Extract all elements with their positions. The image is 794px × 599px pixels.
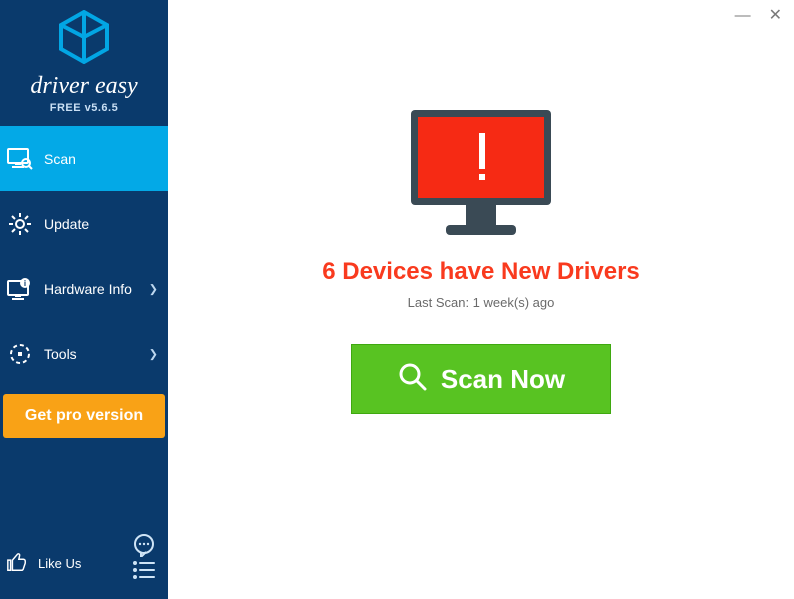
sidebar: driver easy FREE v5.6.5 Scan xyxy=(0,0,168,599)
sidebar-item-label: Tools xyxy=(44,346,77,362)
thumbs-up-icon xyxy=(6,551,28,576)
search-icon xyxy=(397,361,427,398)
sidebar-item-tools[interactable]: Tools ❯ xyxy=(0,321,168,386)
chevron-right-icon: ❯ xyxy=(149,347,158,360)
tools-icon xyxy=(6,342,34,366)
headline-text: 6 Devices have New Drivers xyxy=(322,258,640,286)
brand-version: FREE v5.6.5 xyxy=(50,102,118,114)
close-button[interactable]: ✕ xyxy=(769,8,782,24)
app-logo-icon xyxy=(57,10,111,69)
sidebar-item-label: Hardware Info xyxy=(44,281,132,297)
sidebar-item-label: Scan xyxy=(44,151,76,167)
sidebar-item-label: Update xyxy=(44,216,89,232)
svg-text:i: i xyxy=(24,279,26,288)
sidebar-item-update[interactable]: Update xyxy=(0,191,168,256)
sidebar-bottom: Like Us xyxy=(0,539,168,599)
main-area: — ✕ 6 Devices have New Drivers Last Scan… xyxy=(168,0,794,599)
sidebar-item-hardware-info[interactable]: i Hardware Info ❯ xyxy=(0,256,168,321)
scan-now-label: Scan Now xyxy=(441,364,565,395)
like-us-label: Like Us xyxy=(38,556,81,571)
menu-list-icon[interactable] xyxy=(132,560,156,585)
sidebar-item-scan[interactable]: Scan xyxy=(0,126,168,191)
get-pro-button[interactable]: Get pro version xyxy=(3,394,165,438)
last-scan-text: Last Scan: 1 week(s) ago xyxy=(408,295,555,310)
scan-now-button[interactable]: Scan Now xyxy=(351,344,611,414)
window-controls: — ✕ xyxy=(735,8,782,24)
hw-info-icon: i xyxy=(6,278,34,300)
gear-icon xyxy=(6,212,34,236)
brand-block: driver easy FREE v5.6.5 xyxy=(0,0,168,126)
chevron-right-icon: ❯ xyxy=(149,282,158,295)
minimize-button[interactable]: — xyxy=(735,8,751,24)
brand-name: driver easy xyxy=(30,73,137,100)
alert-monitor-icon xyxy=(406,108,556,245)
feedback-icon[interactable] xyxy=(132,533,156,562)
monitor-scan-icon xyxy=(6,148,34,170)
get-pro-label: Get pro version xyxy=(25,407,143,425)
